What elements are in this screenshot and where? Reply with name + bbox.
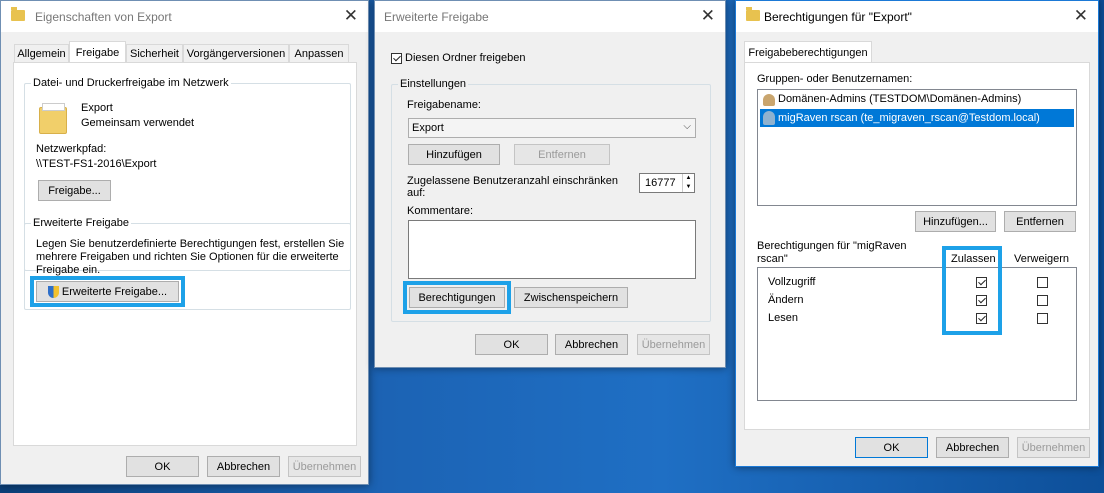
advanced-sharing-text-2: mehrere Freigaben und richten Sie Option… bbox=[36, 251, 339, 263]
advanced-sharing-button-label: Erweiterte Freigabe... bbox=[61, 285, 168, 298]
deny-read-checkbox[interactable] bbox=[1037, 313, 1048, 324]
users-label: Gruppen- oder Benutzernamen: bbox=[757, 73, 913, 85]
permissions-dialog: Berechtigungen für "Export" ✕ Freigabebe… bbox=[735, 0, 1099, 467]
share-name-value: Export bbox=[412, 122, 444, 134]
ok-button[interactable]: OK bbox=[855, 437, 928, 458]
permission-name: Lesen bbox=[768, 312, 798, 324]
advanced-sharing-dialog: Erweiterte Freigabe ✕ Diesen Ordner frei… bbox=[374, 0, 726, 368]
ok-button[interactable]: OK bbox=[126, 456, 199, 477]
apply-button[interactable]: Übernehmen bbox=[1017, 437, 1090, 458]
title-bar: Berechtigungen für "Export" ✕ bbox=[736, 1, 1098, 32]
group-icon bbox=[763, 94, 775, 106]
network-path-value: \\TEST-FS1-2016\Export bbox=[36, 158, 157, 170]
apply-button[interactable]: Übernehmen bbox=[288, 456, 361, 477]
user-name: Domänen-Admins (TESTDOM\Domänen-Admins) bbox=[778, 93, 1022, 105]
advanced-sharing-text-1: Legen Sie benutzerdefinierte Berechtigun… bbox=[36, 238, 345, 250]
remove-share-button[interactable]: Entfernen bbox=[514, 144, 610, 165]
user-name: migRaven rscan (te_migraven_rscan@Testdo… bbox=[778, 112, 1040, 124]
tab-sharing[interactable]: Freigabe bbox=[69, 41, 126, 63]
window-title: Erweiterte Freigabe bbox=[384, 10, 489, 24]
shared-folder-icon bbox=[39, 102, 67, 134]
title-bar: Erweiterte Freigabe ✕ bbox=[375, 1, 725, 32]
user-limit-spinner[interactable]: 16777 ▲ ▼ bbox=[639, 173, 695, 193]
deny-full-control-checkbox[interactable] bbox=[1037, 277, 1048, 288]
window-title: Eigenschaften von Export bbox=[35, 10, 172, 24]
user-limit-label-2: auf: bbox=[407, 187, 426, 199]
spinner-down-icon[interactable]: ▼ bbox=[682, 183, 694, 192]
properties-dialog: Eigenschaften von Export ✕ Allgemein Fre… bbox=[0, 0, 369, 485]
advanced-sharing-button[interactable]: Erweiterte Freigabe... bbox=[36, 281, 179, 302]
comments-textarea[interactable] bbox=[408, 220, 696, 279]
advanced-sharing-group-label: Erweiterte Freigabe bbox=[31, 217, 131, 229]
share-name-label: Freigabename: bbox=[407, 99, 481, 111]
uac-shield-icon bbox=[47, 285, 59, 298]
cancel-button[interactable]: Abbrechen bbox=[555, 334, 628, 355]
tab-security[interactable]: Sicherheit bbox=[126, 44, 183, 62]
cancel-button[interactable]: Abbrechen bbox=[936, 437, 1009, 458]
settings-group-label: Einstellungen bbox=[398, 78, 469, 90]
close-icon[interactable]: ✕ bbox=[701, 6, 715, 26]
tab-previous-versions[interactable]: Vorgängerversionen bbox=[183, 44, 289, 62]
folder-icon bbox=[11, 7, 25, 21]
tab-customize[interactable]: Anpassen bbox=[289, 44, 349, 62]
permissions-button[interactable]: Berechtigungen bbox=[409, 287, 505, 308]
add-user-button[interactable]: Hinzufügen... bbox=[915, 211, 996, 232]
folder-name: Export bbox=[81, 102, 113, 114]
folder-share-state: Gemeinsam verwendet bbox=[81, 117, 195, 129]
close-icon[interactable]: ✕ bbox=[344, 6, 358, 26]
permissions-list: Vollzugriff Ändern Lesen bbox=[757, 267, 1077, 401]
folder-icon bbox=[746, 7, 760, 21]
tab-general[interactable]: Allgemein bbox=[14, 44, 69, 62]
advanced-sharing-text-3: Freigabe ein. bbox=[36, 264, 101, 276]
deny-change-checkbox[interactable] bbox=[1037, 295, 1048, 306]
tab-share-permissions[interactable]: Freigabeberechtigungen bbox=[744, 41, 872, 63]
users-listbox[interactable]: Domänen-Admins (TESTDOM\Domänen-Admins) … bbox=[757, 89, 1077, 206]
list-item[interactable]: migRaven rscan (te_migraven_rscan@Testdo… bbox=[759, 108, 1075, 128]
share-button[interactable]: Freigabe... bbox=[38, 180, 111, 201]
network-share-group-label: Datei- und Druckerfreigabe im Netzwerk bbox=[31, 77, 231, 89]
close-icon[interactable]: ✕ bbox=[1074, 6, 1088, 26]
permission-name: Vollzugriff bbox=[768, 276, 816, 288]
permissions-for-label-2: rscan" bbox=[757, 253, 788, 265]
spinner-up-icon[interactable]: ▲ bbox=[682, 174, 694, 183]
network-path-label: Netzwerkpfad: bbox=[36, 143, 107, 155]
caching-button[interactable]: Zwischenspeichern bbox=[514, 287, 628, 308]
user-limit-value: 16777 bbox=[645, 177, 676, 189]
share-name-select[interactable]: Export ⌵ bbox=[408, 118, 696, 138]
apply-button[interactable]: Übernehmen bbox=[637, 334, 710, 355]
deny-column-header: Verweigern bbox=[1014, 253, 1070, 265]
user-icon bbox=[763, 111, 775, 125]
remove-user-button[interactable]: Entfernen bbox=[1004, 211, 1076, 232]
share-folder-checkbox[interactable] bbox=[391, 53, 402, 64]
title-bar: Eigenschaften von Export ✕ bbox=[1, 1, 368, 32]
cancel-button[interactable]: Abbrechen bbox=[207, 456, 280, 477]
permission-name: Ändern bbox=[768, 294, 804, 306]
add-share-button[interactable]: Hinzufügen bbox=[408, 144, 500, 165]
share-permissions-panel: Gruppen- oder Benutzernamen: Domänen-Adm… bbox=[744, 62, 1090, 430]
ok-button[interactable]: OK bbox=[475, 334, 548, 355]
user-limit-label: Zugelassene Benutzeranzahl einschränken bbox=[407, 175, 618, 187]
share-folder-label: Diesen Ordner freigeben bbox=[405, 52, 526, 64]
chevron-down-icon: ⌵ bbox=[683, 121, 691, 132]
sharing-panel: Datei- und Druckerfreigabe im Netzwerk E… bbox=[13, 62, 357, 446]
list-item[interactable]: Domänen-Admins (TESTDOM\Domänen-Admins) bbox=[761, 92, 1073, 108]
window-title: Berechtigungen für "Export" bbox=[764, 10, 912, 24]
comments-label: Kommentare: bbox=[407, 205, 474, 217]
permissions-for-label: Berechtigungen für "migRaven bbox=[757, 240, 907, 252]
highlight-allow-column bbox=[942, 246, 1002, 335]
